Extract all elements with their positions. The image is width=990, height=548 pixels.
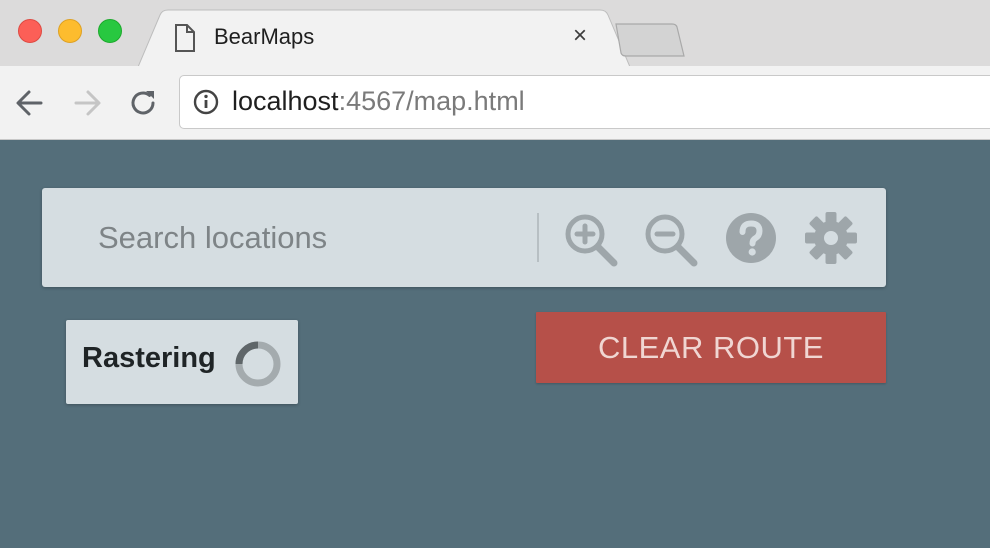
window-minimize-button[interactable] (58, 19, 82, 43)
tab-background (138, 9, 631, 67)
loading-spinner-icon (235, 341, 281, 387)
help-icon[interactable] (722, 211, 780, 269)
search-input[interactable] (98, 216, 528, 260)
reload-icon[interactable] (126, 86, 160, 120)
zoom-out-icon[interactable] (642, 211, 700, 269)
rastering-status: Rastering (66, 320, 298, 404)
search-panel (42, 188, 886, 287)
clear-route-button[interactable]: CLEAR ROUTE (536, 312, 886, 383)
tab-title: BearMaps (214, 24, 315, 49)
window-close-button[interactable] (18, 19, 42, 43)
search-divider (537, 213, 539, 262)
settings-icon[interactable] (802, 211, 860, 269)
url-text: localhost:4567/map.html (232, 86, 525, 117)
url-path: :4567/map.html (338, 86, 525, 116)
new-tab-button[interactable] (614, 22, 686, 58)
address-bar[interactable]: localhost:4567/map.html (179, 75, 990, 129)
window-maximize-button[interactable] (98, 19, 122, 43)
document-icon (175, 24, 195, 52)
browser-toolbar: localhost:4567/map.html (0, 66, 990, 140)
zoom-in-icon[interactable] (562, 211, 620, 269)
browser-titlebar: BearMaps × (0, 0, 990, 67)
tab-close-icon[interactable]: × (568, 24, 592, 48)
info-icon[interactable] (193, 89, 219, 115)
url-host: localhost (232, 86, 339, 116)
status-label: Rastering (82, 342, 216, 374)
back-arrow-icon[interactable] (13, 86, 47, 120)
forward-arrow-icon[interactable] (70, 86, 104, 120)
browser-tab-active[interactable]: BearMaps × (138, 9, 632, 67)
